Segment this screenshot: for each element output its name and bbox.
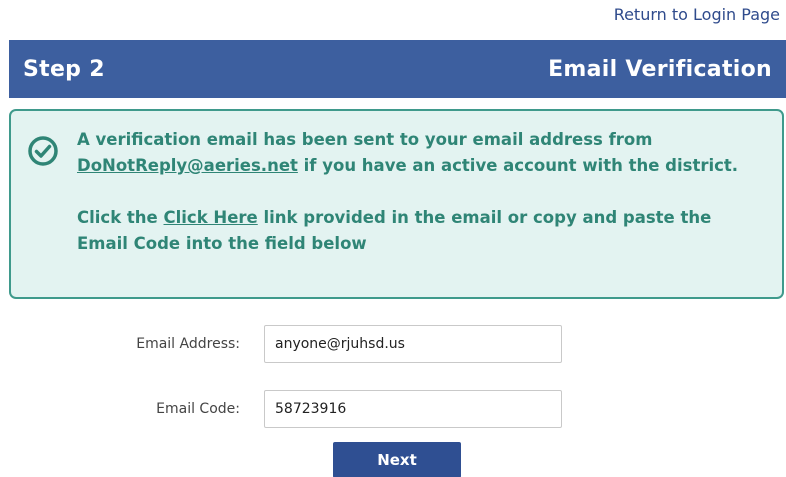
page-title: Email Verification xyxy=(548,56,772,82)
step-number: Step 2 xyxy=(23,56,105,82)
notice-instruction-message: Click the Click Here link provided in th… xyxy=(77,208,712,253)
click-here-link[interactable]: Click Here xyxy=(164,208,258,227)
email-verification-page: Return to Login Page Step 2 Email Verifi… xyxy=(0,0,786,477)
email-code-label: Email Code: xyxy=(156,401,240,417)
check-circle-icon xyxy=(27,135,59,167)
email-code-input[interactable] xyxy=(264,390,562,428)
step-header-bar: Step 2 Email Verification xyxy=(9,40,786,98)
email-address-input[interactable] xyxy=(264,325,562,363)
email-code-row: Email Code: xyxy=(0,390,786,430)
notice-sent-message: A verification email has been sent to yo… xyxy=(77,130,739,175)
email-address-label: Email Address: xyxy=(136,336,240,352)
next-button[interactable]: Next xyxy=(333,442,461,477)
verification-notice: A verification email has been sent to yo… xyxy=(9,109,784,299)
email-address-row: Email Address: xyxy=(0,325,786,365)
return-to-login-link[interactable]: Return to Login Page xyxy=(614,5,780,24)
sender-email-link[interactable]: DoNotReply@aeries.net xyxy=(77,156,298,175)
